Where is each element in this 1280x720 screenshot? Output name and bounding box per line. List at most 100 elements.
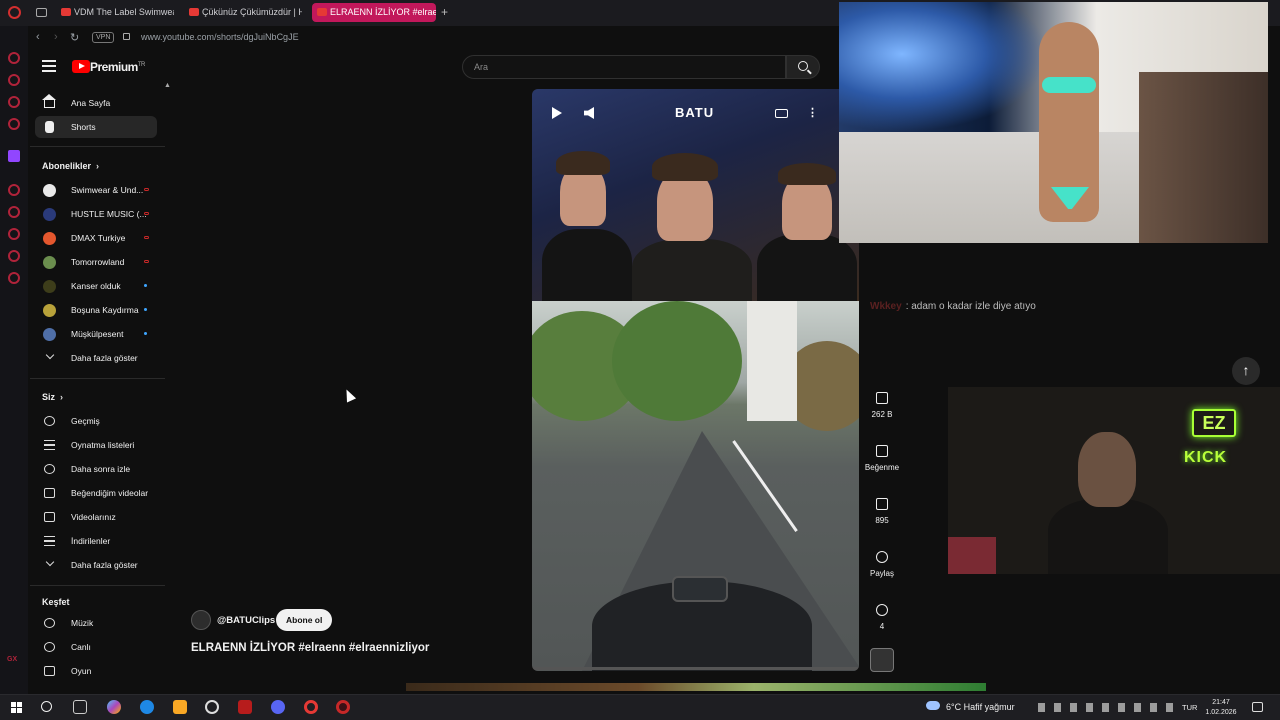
tab-label: Çükünüz Çükümüzdür | H (202, 7, 302, 17)
streamer-body (1048, 499, 1168, 574)
play-icon[interactable] (552, 107, 562, 119)
short-title[interactable]: ELRAENN İZLİYOR #elraenn #elraennizliyor (191, 642, 429, 654)
avatar (43, 256, 56, 269)
player-icon[interactable] (8, 184, 20, 196)
voicemeeter-icon[interactable] (238, 700, 252, 714)
sound-channel-thumbnail[interactable] (870, 648, 894, 672)
remix-count: 4 (879, 622, 885, 631)
search-icon-handle (807, 69, 812, 75)
tray-icons[interactable] (1038, 703, 1178, 712)
sidebar-item-shorts[interactable]: Shorts (35, 116, 157, 138)
channel-name[interactable]: @BATUClips (217, 615, 275, 626)
dislike-button[interactable]: Beğenme (864, 445, 900, 472)
app-icon[interactable] (205, 700, 219, 714)
gx-logo-icon[interactable]: GX (7, 656, 17, 663)
tab-vdm[interactable]: VDM The Label Swimwear (56, 3, 174, 22)
opera-icon[interactable] (304, 700, 318, 714)
copilot-icon[interactable] (107, 700, 121, 714)
url-field[interactable]: www.youtube.com/shorts/dgJuiNbCgJE (141, 32, 299, 42)
sidebar-item-live[interactable]: Canlı (35, 636, 157, 658)
messenger-icon[interactable] (8, 52, 20, 64)
menu-icon[interactable] (42, 60, 56, 72)
settings-icon[interactable] (8, 272, 20, 284)
sidebar-item-label: İndirilenler (71, 536, 111, 546)
channel-avatar[interactable] (191, 610, 211, 630)
opera-sidebar: GX (0, 26, 28, 694)
system-clock[interactable]: 21:47 1.02.2026 (1203, 698, 1239, 718)
task-view-icon[interactable] (73, 700, 87, 714)
forward-icon[interactable]: › (54, 31, 58, 43)
subscriptions-heading[interactable]: Abonelikler › (42, 161, 99, 171)
sidebar-item-your-videos[interactable]: Videolarınız (35, 506, 157, 528)
sidebar-item-gaming[interactable]: Oyun (35, 660, 157, 682)
youtube-logo-icon[interactable] (72, 60, 90, 73)
sidebar-item-downloads[interactable]: İndirilenler (35, 530, 157, 552)
sidebar-item-liked[interactable]: Beğendiğim videolar (35, 482, 157, 504)
you-heading[interactable]: Siz › (42, 392, 63, 402)
person-body (542, 229, 632, 309)
discord-icon[interactable] (271, 700, 285, 714)
tab-elraenn[interactable]: ELRAENN İZLİYOR #elraenn (312, 3, 436, 22)
next-short-preview[interactable] (406, 683, 986, 691)
like-button[interactable]: 262 B (864, 392, 900, 419)
edge-icon[interactable] (140, 700, 154, 714)
bookmarks-icon[interactable] (8, 206, 20, 218)
sidebar-item-label: Tomorrowland (71, 257, 125, 267)
vpn-badge[interactable]: VPN (92, 32, 115, 43)
sidebar-item-label: Daha fazla göster (71, 560, 138, 570)
sidebar-item-music[interactable]: Müzik (35, 612, 157, 634)
sidebar-subscription[interactable]: Tomorrowland (35, 251, 157, 273)
logo-text: Premium (90, 60, 138, 74)
file-explorer-icon[interactable] (173, 700, 187, 714)
sidebar-subscription[interactable]: HUSTLE MUSIC (... (35, 203, 157, 225)
sidebar-item-label: Beğendiğim videolar (71, 488, 149, 498)
sidebar-subscription[interactable]: Boşuna Kaydırma (35, 299, 157, 321)
subscribe-button[interactable]: Abone ol (276, 609, 333, 631)
new-tab-button[interactable]: + (441, 5, 448, 19)
short-video-player[interactable]: BATU ⋮ (532, 89, 859, 671)
avatar (43, 304, 56, 317)
aria-icon[interactable] (8, 74, 20, 86)
weather-widget[interactable]: 6°C Hafif yağmur (928, 702, 1015, 712)
notification-icon[interactable] (1252, 702, 1263, 712)
tab-cukunuz[interactable]: Çükünüz Çükümüzdür | H (184, 3, 302, 22)
comments-button[interactable]: 895 (864, 498, 900, 525)
live-icon (144, 188, 149, 191)
sidebar-item-home[interactable]: Ana Sayfa (35, 92, 157, 114)
workspaces-icon[interactable] (36, 8, 47, 17)
input-language[interactable]: TUR (1182, 703, 1197, 712)
sidebar-subscription[interactable]: Swimwear & Und... (35, 179, 157, 201)
twitch-icon[interactable] (8, 150, 20, 162)
sidebar-item-playlists[interactable]: Oynatma listeleri (35, 434, 157, 456)
show-more-you[interactable]: Daha fazla göster (35, 554, 157, 576)
instagram-icon[interactable] (8, 96, 20, 108)
lock-icon[interactable] (123, 33, 130, 40)
downloads-sidebar-icon[interactable] (8, 250, 20, 262)
sidebar-scroll-up-icon[interactable]: ▲ (164, 82, 171, 89)
premium-logo[interactable]: PremiumTR (90, 60, 145, 74)
more-vert-icon[interactable]: ⋮ (807, 106, 818, 119)
search-input[interactable]: Ara (462, 55, 786, 79)
previous-short-button[interactable]: ↑ (1232, 357, 1260, 385)
search-taskbar-icon[interactable] (41, 701, 52, 712)
remix-button[interactable]: 4 (864, 604, 900, 631)
opera-logo-icon[interactable] (8, 6, 21, 19)
sidebar-item-watch-later[interactable]: Daha sonra izle (35, 458, 157, 480)
show-more-subscriptions[interactable]: Daha fazla göster (35, 347, 157, 369)
windows-start-icon[interactable] (11, 702, 22, 713)
video-progress-bar[interactable] (532, 667, 859, 670)
search-button[interactable] (786, 55, 820, 79)
streamer-webcam-overlay: EZ KICK (948, 387, 1280, 574)
opera-gx-icon[interactable] (336, 700, 350, 714)
volume-icon[interactable] (584, 107, 594, 119)
share-button[interactable]: Paylaş (864, 551, 900, 578)
sidebar-subscription[interactable]: Müşkülpesent (35, 323, 157, 345)
reload-icon[interactable]: ↻ (70, 31, 79, 44)
sidebar-item-history[interactable]: Geçmiş (35, 410, 157, 432)
captions-icon[interactable] (775, 109, 788, 118)
sidebar-subscription[interactable]: DMAX Turkiye (35, 227, 157, 249)
whatsapp-icon[interactable] (8, 118, 20, 130)
back-icon[interactable]: ‹ (36, 31, 40, 43)
history-sidebar-icon[interactable] (8, 228, 20, 240)
sidebar-subscription[interactable]: Kanser olduk (35, 275, 157, 297)
